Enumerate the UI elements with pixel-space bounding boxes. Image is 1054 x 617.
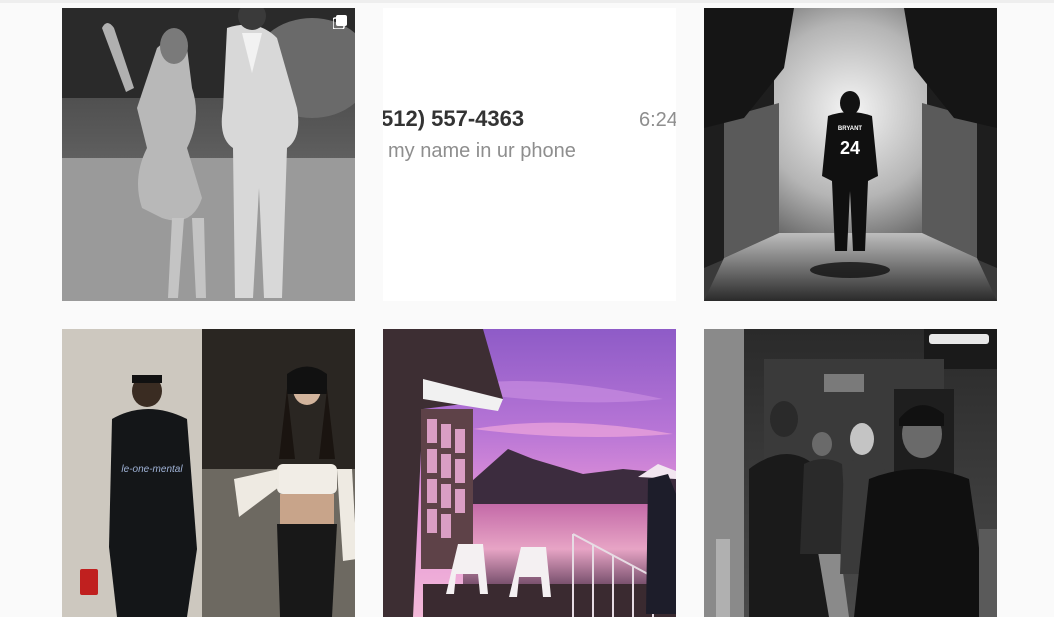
post-tile-3[interactable]: BRYANT 24 — [704, 8, 997, 301]
multiple-photos-icon — [333, 15, 347, 29]
post-5-image — [383, 329, 676, 617]
top-divider — [0, 0, 1054, 3]
profile-post-grid: 512) 557-4363 6:24 my name in ur phone B… — [62, 8, 997, 617]
message-text: my name in ur phone — [388, 140, 576, 162]
jersey-number-text: 24 — [840, 138, 860, 158]
phone-number-text: 512) 557-4363 — [383, 106, 525, 131]
jersey-name-text: BRYANT — [838, 126, 863, 132]
post-1-image — [62, 8, 355, 301]
post-tile-4[interactable]: le-one-mental — [62, 329, 355, 617]
post-tile-6[interactable] — [704, 329, 997, 617]
post-tile-1[interactable] — [62, 8, 355, 301]
sweatshirt-text: le-one-mental — [121, 464, 183, 475]
message-time-text: 6:24 — [639, 109, 676, 131]
post-tile-5[interactable] — [383, 329, 676, 617]
post-3-image: BRYANT 24 — [704, 8, 997, 301]
post-6-image — [704, 329, 997, 617]
post-4-image: le-one-mental — [62, 329, 355, 617]
post-tile-2[interactable]: 512) 557-4363 6:24 my name in ur phone — [383, 8, 676, 301]
